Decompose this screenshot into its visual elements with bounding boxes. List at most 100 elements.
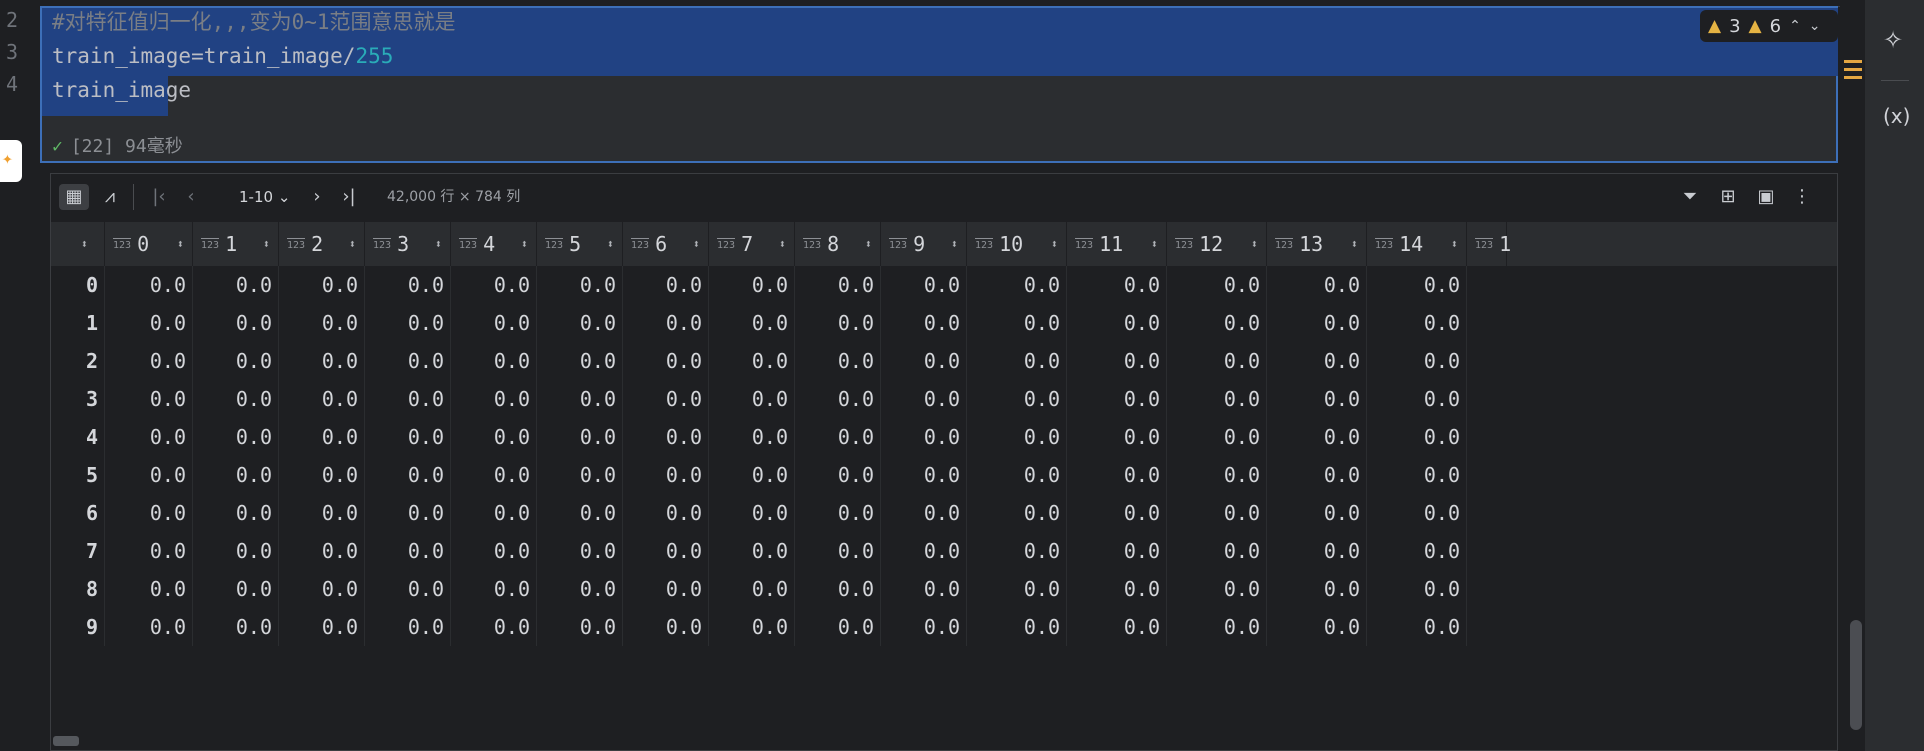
last-page-icon[interactable]: ›|: [337, 184, 361, 210]
table-cell[interactable]: 0.0: [105, 266, 193, 304]
table-cell[interactable]: 0.0: [451, 418, 537, 456]
table-cell[interactable]: 0.0: [967, 266, 1067, 304]
table-cell[interactable]: 0.0: [1367, 304, 1467, 342]
table-cell[interactable]: 0.0: [279, 608, 365, 646]
column-header[interactable]: 123 14 ⬍: [1367, 222, 1467, 266]
table-cell[interactable]: 0.0: [709, 608, 795, 646]
column-header[interactable]: 123 7 ⬍: [709, 222, 795, 266]
table-cell[interactable]: 0.0: [1267, 304, 1367, 342]
table-cell[interactable]: 0.0: [279, 494, 365, 532]
ai-assistant-icon[interactable]: ✧: [1883, 26, 1903, 54]
table-cell[interactable]: 0.0: [1367, 266, 1467, 304]
table-cell[interactable]: 0.0: [1267, 380, 1367, 418]
table-cell[interactable]: 0.0: [795, 418, 881, 456]
table-cell[interactable]: 0.0: [1367, 380, 1467, 418]
table-cell[interactable]: 0.0: [537, 304, 623, 342]
table-cell[interactable]: 0.0: [1167, 494, 1267, 532]
chevron-down-icon[interactable]: ⌄: [1809, 18, 1821, 34]
sort-icon[interactable]: ⬍: [81, 222, 88, 266]
table-cell[interactable]: 0.0: [1367, 570, 1467, 608]
table-cell[interactable]: 0.0: [623, 342, 709, 380]
table-cell[interactable]: 0.0: [537, 456, 623, 494]
table-cell[interactable]: 0.0: [795, 494, 881, 532]
table-cell[interactable]: 0.0: [1267, 456, 1367, 494]
table-cell[interactable]: 0.0: [1167, 418, 1267, 456]
table-row[interactable]: 2 0.0 0.0 0.0 0.0 0.0 0.0 0.0 0.0 0.0 0.0 0.0 0.0 0.0…: [51, 342, 1837, 380]
table-cell[interactable]: 0.0: [967, 380, 1067, 418]
table-cell[interactable]: 0.0: [1367, 532, 1467, 570]
side-chip[interactable]: ✦: [0, 140, 22, 182]
table-cell[interactable]: 0.0: [365, 304, 451, 342]
horizontal-scrollbar[interactable]: [53, 736, 79, 746]
sort-icon[interactable]: ⬍: [177, 222, 184, 266]
table-cell[interactable]: 0.0: [365, 570, 451, 608]
table-row[interactable]: 7 0.0 0.0 0.0 0.0 0.0 0.0 0.0 0.0 0.0 0.0 0.0 0.0 0.0…: [51, 532, 1837, 570]
table-cell[interactable]: 0.0: [795, 380, 881, 418]
table-cell[interactable]: 0.0: [1267, 418, 1367, 456]
table-cell[interactable]: 0.0: [451, 608, 537, 646]
table-cell[interactable]: 0.0: [193, 266, 279, 304]
table-cell[interactable]: 0.0: [881, 532, 967, 570]
table-cell[interactable]: 0.0: [709, 380, 795, 418]
table-cell[interactable]: 0.0: [105, 418, 193, 456]
table-cell[interactable]: 0.0: [537, 532, 623, 570]
table-cell[interactable]: 0.0: [193, 608, 279, 646]
column-header[interactable]: 123 1: [1467, 222, 1511, 266]
table-cell[interactable]: 0.0: [365, 532, 451, 570]
table-cell[interactable]: 0.0: [1067, 608, 1167, 646]
table-cell[interactable]: 0.0: [193, 342, 279, 380]
table-cell[interactable]: 0.0: [1067, 266, 1167, 304]
image-view-icon[interactable]: ▣: [1753, 184, 1779, 210]
table-cell[interactable]: 0.0: [1367, 342, 1467, 380]
sort-icon[interactable]: ⬍: [779, 222, 786, 266]
table-cell[interactable]: 0.0: [279, 266, 365, 304]
table-cell[interactable]: 0.0: [1267, 494, 1367, 532]
sort-icon[interactable]: ⬍: [1151, 222, 1158, 266]
chart-view-icon[interactable]: ⩘: [95, 184, 125, 210]
table-cell[interactable]: 0.0: [1067, 494, 1167, 532]
table-cell[interactable]: 0.0: [1267, 608, 1367, 646]
column-header[interactable]: 123 3 ⬍: [365, 222, 451, 266]
table-cell[interactable]: 0.0: [365, 342, 451, 380]
table-cell[interactable]: 0.0: [623, 418, 709, 456]
table-cell[interactable]: 0.0: [1067, 532, 1167, 570]
table-cell[interactable]: 0.0: [709, 304, 795, 342]
table-cell[interactable]: 0.0: [279, 418, 365, 456]
table-cell[interactable]: 0.0: [623, 494, 709, 532]
table-cell[interactable]: 0.0: [1067, 342, 1167, 380]
table-cell[interactable]: 0.0: [623, 456, 709, 494]
table-cell[interactable]: 0.0: [967, 608, 1067, 646]
table-cell[interactable]: 0.0: [1067, 456, 1167, 494]
table-row[interactable]: 5 0.0 0.0 0.0 0.0 0.0 0.0 0.0 0.0 0.0 0.0 0.0 0.0 0.0…: [51, 456, 1837, 494]
table-cell[interactable]: 0.0: [1267, 570, 1367, 608]
table-cell[interactable]: 0.0: [537, 342, 623, 380]
table-cell[interactable]: 0.0: [451, 380, 537, 418]
next-page-icon[interactable]: ›: [307, 184, 327, 210]
column-header[interactable]: 123 10 ⬍: [967, 222, 1067, 266]
table-cell[interactable]: 0.0: [709, 570, 795, 608]
table-cell[interactable]: 0.0: [967, 570, 1067, 608]
table-cell[interactable]: 0.0: [795, 532, 881, 570]
table-row[interactable]: 0 0.0 0.0 0.0 0.0 0.0 0.0 0.0 0.0 0.0 0.0 0.0 0.0 0.0…: [51, 266, 1837, 304]
table-cell[interactable]: 0.0: [967, 342, 1067, 380]
table-cell[interactable]: 0.0: [193, 532, 279, 570]
sort-icon[interactable]: ⬍: [951, 222, 958, 266]
table-cell[interactable]: 0.0: [451, 494, 537, 532]
table-row[interactable]: 8 0.0 0.0 0.0 0.0 0.0 0.0 0.0 0.0 0.0 0.0 0.0 0.0 0.0…: [51, 570, 1837, 608]
previous-page-icon[interactable]: ‹: [181, 184, 201, 210]
table-cell[interactable]: 0.0: [623, 608, 709, 646]
table-cell[interactable]: 0.0: [365, 380, 451, 418]
table-cell[interactable]: 0.0: [623, 570, 709, 608]
table-cell[interactable]: 0.0: [1067, 304, 1167, 342]
table-cell[interactable]: 0.0: [1367, 456, 1467, 494]
table-cell[interactable]: 0.0: [451, 304, 537, 342]
table-cell[interactable]: 0.0: [623, 304, 709, 342]
column-header[interactable]: 123 12 ⬍: [1167, 222, 1267, 266]
table-cell[interactable]: 0.0: [537, 570, 623, 608]
table-cell[interactable]: 0.0: [1367, 418, 1467, 456]
table-cell[interactable]: 0.0: [451, 570, 537, 608]
table-cell[interactable]: 0.0: [365, 494, 451, 532]
table-cell[interactable]: 0.0: [365, 608, 451, 646]
table-cell[interactable]: 0.0: [537, 494, 623, 532]
table-cell[interactable]: 0.0: [537, 380, 623, 418]
